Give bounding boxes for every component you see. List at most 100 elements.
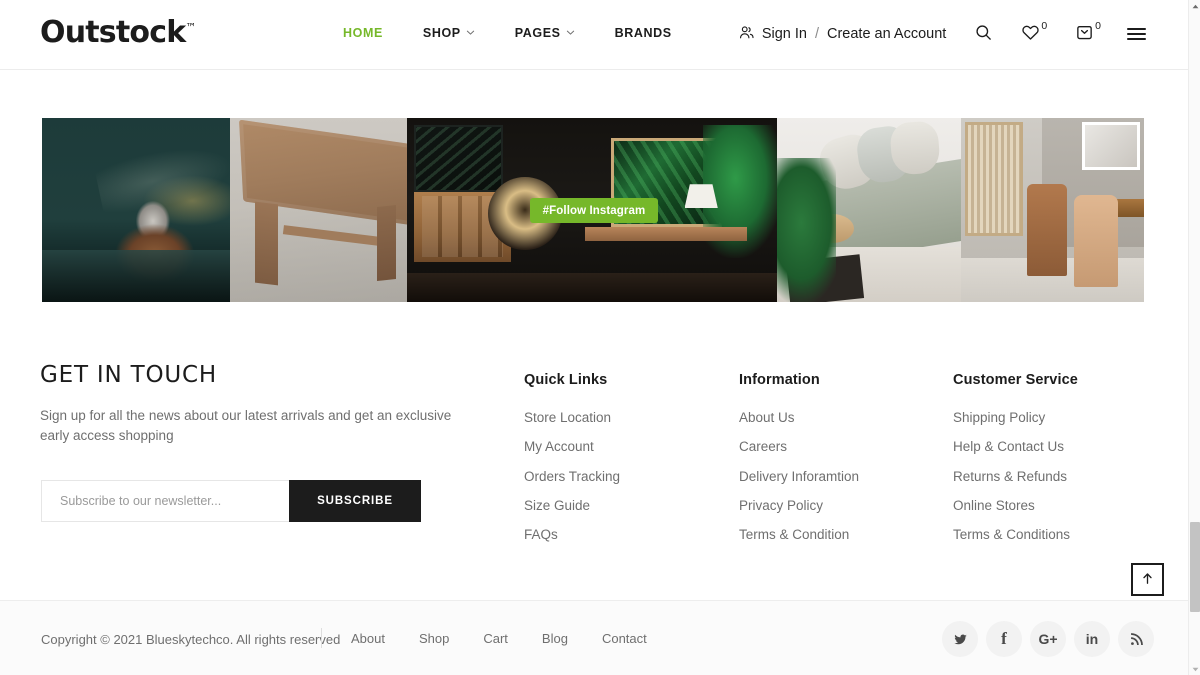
linkedin-glyph: in [1085, 631, 1099, 647]
instagram-photo-1[interactable] [42, 118, 230, 302]
photo-shape [254, 201, 278, 285]
footer-link-privacy-policy[interactable]: Privacy Policy [739, 498, 823, 513]
cart-count: 0 [1095, 20, 1101, 32]
hamburger-icon[interactable] [1127, 28, 1146, 40]
hamburger-bar [1127, 33, 1146, 35]
bottom-link-contact[interactable]: Contact [585, 631, 664, 646]
footer-link-size-guide[interactable]: Size Guide [524, 498, 590, 513]
photo-shape [1074, 195, 1119, 288]
photo-shape [376, 205, 397, 281]
footer-link-orders-tracking[interactable]: Orders Tracking [524, 469, 620, 484]
nav-item-pages[interactable]: PAGES [495, 26, 595, 40]
bottom-link-blog[interactable]: Blog [525, 631, 585, 646]
photo-shape [414, 125, 504, 192]
site-header: Outstock™ HOME SHOP PAGES BRANDS Sign In… [0, 0, 1188, 70]
newsletter-form: SUBSCRIBE [41, 480, 421, 522]
footer-link-my-account[interactable]: My Account [524, 439, 594, 454]
nav-item-home-label: HOME [343, 26, 383, 40]
nav-item-brands[interactable]: BRANDS [595, 26, 692, 40]
list-item: Terms & Condition [739, 525, 859, 545]
footer-link-about-us[interactable]: About Us [739, 410, 795, 425]
photo-highlight [94, 137, 230, 220]
chevron-down-icon [466, 28, 475, 37]
footer-column-information: Information About Us Careers Delivery In… [739, 372, 859, 554]
wishlist-button[interactable]: 0 [1021, 21, 1047, 45]
follow-instagram-badge[interactable]: #Follow Instagram [530, 198, 658, 223]
footer-column-customer-service: Customer Service Shipping Policy Help & … [953, 372, 1078, 554]
footer-column-title: Information [739, 372, 820, 388]
footer-link-returns-refunds[interactable]: Returns & Refunds [953, 469, 1067, 484]
page-scrollbar[interactable] [1188, 0, 1200, 675]
photo-shape [777, 158, 836, 302]
get-in-touch-text: Sign up for all the news about our lates… [40, 408, 452, 443]
twitter-icon[interactable] [942, 621, 978, 657]
footer-link-terms-condition[interactable]: Terms & Condition [739, 527, 849, 542]
facebook-glyph: f [1001, 629, 1007, 648]
scrollbar-thumb[interactable] [1190, 522, 1200, 612]
instagram-photo-5[interactable] [961, 118, 1144, 302]
bag-icon [1075, 23, 1094, 45]
google-plus-glyph: G+ [1038, 631, 1058, 647]
scrollbar-down-arrow-icon[interactable] [1189, 663, 1200, 675]
footer-link-shipping-policy[interactable]: Shipping Policy [953, 410, 1045, 425]
instagram-photo-4[interactable] [777, 118, 961, 302]
footer-link-online-stores[interactable]: Online Stores [953, 498, 1035, 513]
social-links: f G+ in [942, 621, 1154, 657]
nav-item-home[interactable]: HOME [343, 26, 403, 40]
nav-item-shop[interactable]: SHOP [403, 26, 495, 40]
nav-item-brands-label: BRANDS [614, 26, 672, 40]
photo-shape [1026, 184, 1068, 277]
bottom-link-about[interactable]: About [334, 631, 402, 646]
footer-link-store-location[interactable]: Store Location [524, 410, 611, 425]
header-actions: Sign In / Create an Account 0 0 [738, 20, 1146, 45]
list-item: Careers [739, 437, 859, 457]
footer-link-list: About Us Careers Delivery Inforamtion Pr… [739, 408, 859, 545]
logo-trademark: ™ [185, 21, 197, 34]
user-icon [738, 24, 755, 45]
footer-link-help-contact-us[interactable]: Help & Contact Us [953, 439, 1064, 454]
copyright-text: Copyright © 2021 Blueskytechco. All righ… [41, 632, 341, 647]
photo-shape [1081, 121, 1141, 170]
site-logo[interactable]: Outstock™ [40, 18, 196, 48]
footer-column-quick-links: Quick Links Store Location My Account Or… [524, 372, 620, 554]
chevron-down-icon [566, 28, 575, 37]
newsletter-email-input[interactable] [41, 480, 289, 522]
bottom-link-shop[interactable]: Shop [402, 631, 466, 646]
list-item: Terms & Conditions [953, 525, 1078, 545]
list-item: Delivery Inforamtion [739, 467, 859, 487]
list-item: Size Guide [524, 496, 620, 516]
logo-text: Outstock [40, 15, 186, 50]
footer-link-terms-conditions[interactable]: Terms & Conditions [953, 527, 1070, 542]
photo-shape [889, 120, 941, 175]
photo-shape [407, 272, 777, 302]
sign-in-link[interactable]: Sign In [762, 26, 807, 42]
list-item: Shipping Policy [953, 408, 1078, 428]
photo-shape [584, 226, 748, 242]
list-item: FAQs [524, 525, 620, 545]
page-root: Outstock™ HOME SHOP PAGES BRANDS Sign In… [0, 0, 1200, 675]
list-item: Orders Tracking [524, 467, 620, 487]
footer-link-faqs[interactable]: FAQs [524, 527, 558, 542]
bottom-links: About Shop Cart Blog Contact [334, 631, 664, 646]
search-button[interactable] [974, 23, 993, 45]
cart-button[interactable]: 0 [1075, 20, 1101, 45]
footer-column-title: Quick Links [524, 372, 608, 388]
footer-bottom-bar: Copyright © 2021 Blueskytechco. All righ… [0, 601, 1188, 675]
subscribe-button[interactable]: SUBSCRIBE [289, 480, 421, 522]
bottom-link-cart[interactable]: Cart [466, 631, 525, 646]
linkedin-icon[interactable]: in [1074, 621, 1110, 657]
nav-item-pages-label: PAGES [514, 26, 561, 40]
instagram-photo-2[interactable] [230, 118, 407, 302]
footer-link-careers[interactable]: Careers [739, 439, 787, 454]
bottom-separator [321, 628, 322, 648]
get-in-touch-title: GET IN TOUCH [40, 362, 217, 388]
scrollbar-up-arrow-icon[interactable] [1189, 0, 1200, 12]
list-item: About Us [739, 408, 859, 428]
rss-icon[interactable] [1118, 621, 1154, 657]
footer-link-delivery-information[interactable]: Delivery Inforamtion [739, 469, 859, 484]
back-to-top-button[interactable] [1131, 563, 1164, 596]
footer-link-list: Shipping Policy Help & Contact Us Return… [953, 408, 1078, 545]
create-account-link[interactable]: Create an Account [827, 26, 946, 42]
google-plus-icon[interactable]: G+ [1030, 621, 1066, 657]
facebook-icon[interactable]: f [986, 621, 1022, 657]
